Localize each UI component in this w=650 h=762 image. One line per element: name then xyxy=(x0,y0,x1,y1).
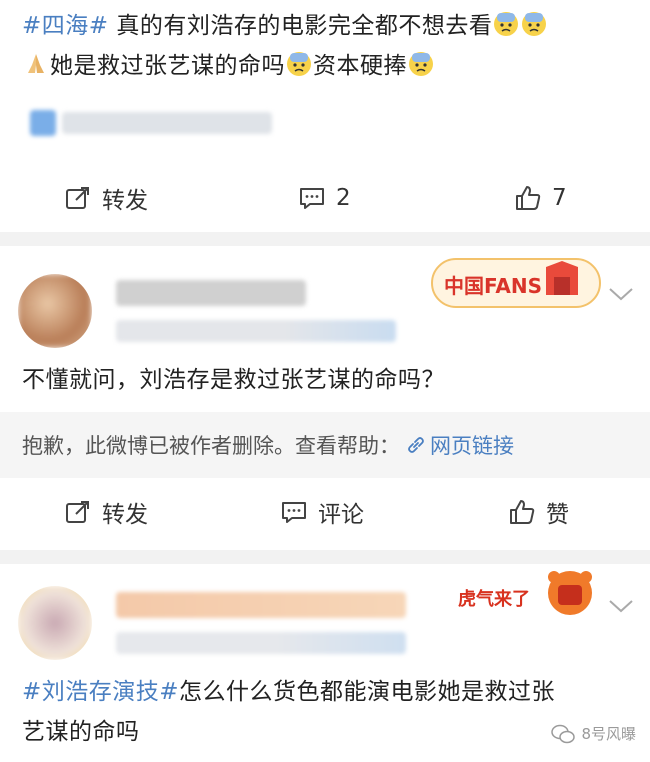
chevron-down-icon[interactable] xyxy=(608,598,634,614)
repost-label: 转发 xyxy=(102,188,148,214)
link-icon xyxy=(408,437,424,453)
china-fans-badge: 中国FANS xyxy=(431,258,601,308)
post-1-text-c: 资本硬捧 xyxy=(313,53,407,79)
post-1: #四海# 真的有刘浩存的电影完全都不想去看 她是救过张艺谋的命吗 资本硬捧 转发 … xyxy=(0,0,650,232)
comment-icon xyxy=(282,502,306,523)
post-3-text: #刘浩存演技#怎么什么货色都能演电影她是救过张 艺谋的命吗 xyxy=(22,672,628,752)
avatar[interactable] xyxy=(18,586,92,660)
avatar-blur xyxy=(18,586,92,660)
blurred-meta xyxy=(116,320,396,342)
feed-separator xyxy=(0,550,650,564)
blurred-source-text xyxy=(62,112,272,134)
comment-icon xyxy=(300,188,324,209)
china-fans-badge-text: 中国FANS xyxy=(444,274,542,298)
blurred-source-icon xyxy=(30,110,56,136)
post-1-text-a: 真的有刘浩存的电影完全都不想去看 xyxy=(108,13,493,39)
thumbs-up-icon xyxy=(516,186,541,210)
comment-count: 2 xyxy=(336,185,351,211)
tiger-badge-text: 虎气来了 xyxy=(458,588,530,610)
comment-button[interactable]: 评论 xyxy=(280,484,364,540)
like-button[interactable]: 赞 xyxy=(508,484,569,540)
hashtag-liuhaocun-acting[interactable]: #刘浩存演技# xyxy=(22,679,179,705)
avatar[interactable] xyxy=(18,274,92,348)
web-link[interactable]: 网页链接 xyxy=(406,430,514,460)
web-link-label: 网页链接 xyxy=(430,434,514,458)
post-3-text-line1: 怎么什么货色都能演电影她是救过张 xyxy=(179,679,556,705)
hashtag-sihai[interactable]: #四海# xyxy=(22,13,109,39)
post-1-text-b: 她是救过张艺谋的命吗 xyxy=(50,53,285,79)
blurred-meta xyxy=(116,632,406,654)
deleted-notice: 抱歉，此微博已被作者删除。查看帮助： 网页链接 xyxy=(0,412,650,478)
comment-label: 评论 xyxy=(318,502,364,528)
cold-sweat-emoji-icon xyxy=(494,12,519,36)
post-2-actions: 转发 评论 赞 xyxy=(0,484,650,540)
praying-hands-emoji-icon xyxy=(28,54,44,73)
post-2-text: 不懂就问，刘浩存是救过张艺谋的命吗？ xyxy=(22,360,628,400)
chevron-down-icon[interactable] xyxy=(608,286,634,302)
post-1-actions: 转发 2 7 xyxy=(0,170,650,226)
repost-icon xyxy=(66,501,89,523)
cold-sweat-emoji-icon xyxy=(409,52,433,76)
comment-button[interactable]: 2 xyxy=(298,170,351,226)
feed-separator xyxy=(0,232,650,246)
blurred-username xyxy=(116,592,406,618)
deleted-notice-text: 抱歉，此微博已被作者删除。查看帮助： xyxy=(22,434,400,458)
avatar-blur xyxy=(18,274,92,348)
post-2-text-body: 不懂就问，刘浩存是救过张艺谋的命吗？ xyxy=(22,367,445,393)
watermark-text: 8号风曝 xyxy=(581,725,636,743)
cold-sweat-emoji-icon xyxy=(287,52,311,76)
wechat-icon xyxy=(551,724,576,743)
like-label: 赞 xyxy=(546,502,569,528)
post-3-text-line2: 艺谋的命吗 xyxy=(22,719,140,745)
thumbs-up-icon xyxy=(510,500,535,524)
repost-icon xyxy=(66,187,89,209)
like-button[interactable]: 7 xyxy=(514,170,567,226)
watermark: 8号风曝 xyxy=(551,723,636,744)
repost-label: 转发 xyxy=(102,502,148,528)
cold-sweat-emoji-icon xyxy=(522,12,547,36)
like-count: 7 xyxy=(552,185,567,211)
repost-button[interactable]: 转发 xyxy=(64,170,148,226)
blurred-username xyxy=(116,280,306,306)
repost-button[interactable]: 转发 xyxy=(64,484,148,540)
tiger-badge: 虎气来了 xyxy=(458,571,592,615)
post-1-text: #四海# 真的有刘浩存的电影完全都不想去看 她是救过张艺谋的命吗 资本硬捧 xyxy=(22,6,628,86)
